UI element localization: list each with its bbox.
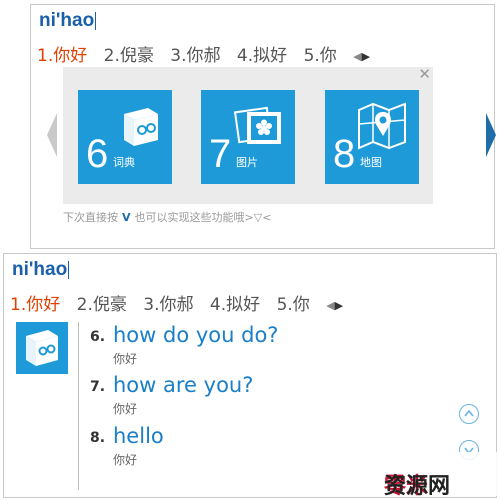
scroll-up-icon[interactable] [459, 404, 479, 424]
candidate-4[interactable]: 4.拟好 [237, 41, 287, 66]
text-caret [68, 260, 70, 279]
carousel-prev-icon[interactable] [47, 113, 57, 157]
watermark-part2: 资源网 [384, 474, 451, 499]
candidate-1[interactable]: 1.你好 [37, 41, 87, 66]
tile-number: 6 [86, 132, 109, 176]
page-next-icon[interactable]: ▶ [335, 299, 343, 312]
pinyin-input[interactable]: ni'hao [12, 259, 70, 281]
feature-popup: ✕ 6 词典 7 图片 8 地图 [63, 67, 433, 204]
tile-dictionary[interactable]: 6 词典 [78, 90, 172, 184]
entry-chinese: 你好 [113, 352, 138, 366]
candidate-1[interactable]: 1.你好 [10, 290, 60, 315]
entry-english: hello [113, 424, 164, 448]
hint-suffix: 也可以实现这些功能哦>▽< [134, 211, 272, 224]
pinyin-text: ni'hao [39, 10, 95, 31]
candidate-5[interactable]: 5.你 [304, 41, 337, 66]
entry-english: how do you do? [113, 323, 279, 347]
tile-number: 8 [333, 132, 356, 176]
page-next-icon[interactable]: ▶ [362, 50, 370, 63]
pinyin-text: ni'hao [12, 259, 68, 280]
candidate-4[interactable]: 4.拟好 [210, 290, 260, 315]
tile-pictures[interactable]: 7 图片 [201, 90, 295, 184]
candidate-3[interactable]: 3.你郝 [170, 41, 220, 66]
entry-chinese: 你好 [113, 453, 138, 467]
entry-number: 8. [90, 430, 106, 446]
tile-number: 7 [209, 132, 232, 176]
candidate-list: 1.你好 2.倪豪 3.你郝 4.拟好 5.你 ◀▶ [37, 41, 370, 66]
tile-label: 词典 [113, 156, 135, 169]
page-prev-icon[interactable]: ◀ [353, 50, 361, 63]
watermark: 零米 资源网 [372, 452, 497, 499]
close-icon[interactable]: ✕ [418, 67, 431, 82]
divider [78, 322, 79, 490]
dictionary-book-icon [124, 108, 158, 146]
candidate-2[interactable]: 2.倪豪 [104, 41, 154, 66]
page-arrows: ◀▶ [353, 50, 370, 63]
candidate-2[interactable]: 2.倪豪 [77, 290, 127, 315]
carousel-next-icon[interactable] [486, 113, 496, 157]
entry-number: 6. [90, 329, 106, 345]
candidate-list: 1.你好 2.倪豪 3.你郝 4.拟好 5.你 ◀▶ [10, 290, 343, 315]
candidate-3[interactable]: 3.你郝 [143, 290, 193, 315]
text-caret [95, 11, 97, 30]
tile-map[interactable]: 8 地图 [325, 90, 419, 184]
entry-number: 7. [90, 379, 106, 395]
dictionary-icon [16, 322, 68, 374]
candidate-5[interactable]: 5.你 [277, 290, 310, 315]
map-pin-icon [358, 102, 406, 150]
dictionary-book-icon [26, 330, 58, 366]
ime-panel-top: ni'hao 1.你好 2.倪豪 3.你郝 4.拟好 5.你 ◀▶ ✕ 6 词典 [30, 4, 496, 249]
pinyin-input[interactable]: ni'hao [39, 10, 97, 32]
hint-prefix: 下次直接按 [63, 211, 118, 224]
hint-text: 下次直接按 V 也可以实现这些功能哦>▽< [63, 209, 271, 225]
photo-icon [233, 106, 281, 144]
entry-english: how are you? [113, 373, 254, 397]
tile-label: 图片 [236, 156, 258, 169]
entry-chinese: 你好 [113, 402, 138, 416]
page-arrows: ◀▶ [326, 299, 343, 312]
hint-key: V [122, 211, 131, 224]
page-prev-icon[interactable]: ◀ [326, 299, 334, 312]
tile-label: 地图 [360, 156, 382, 169]
